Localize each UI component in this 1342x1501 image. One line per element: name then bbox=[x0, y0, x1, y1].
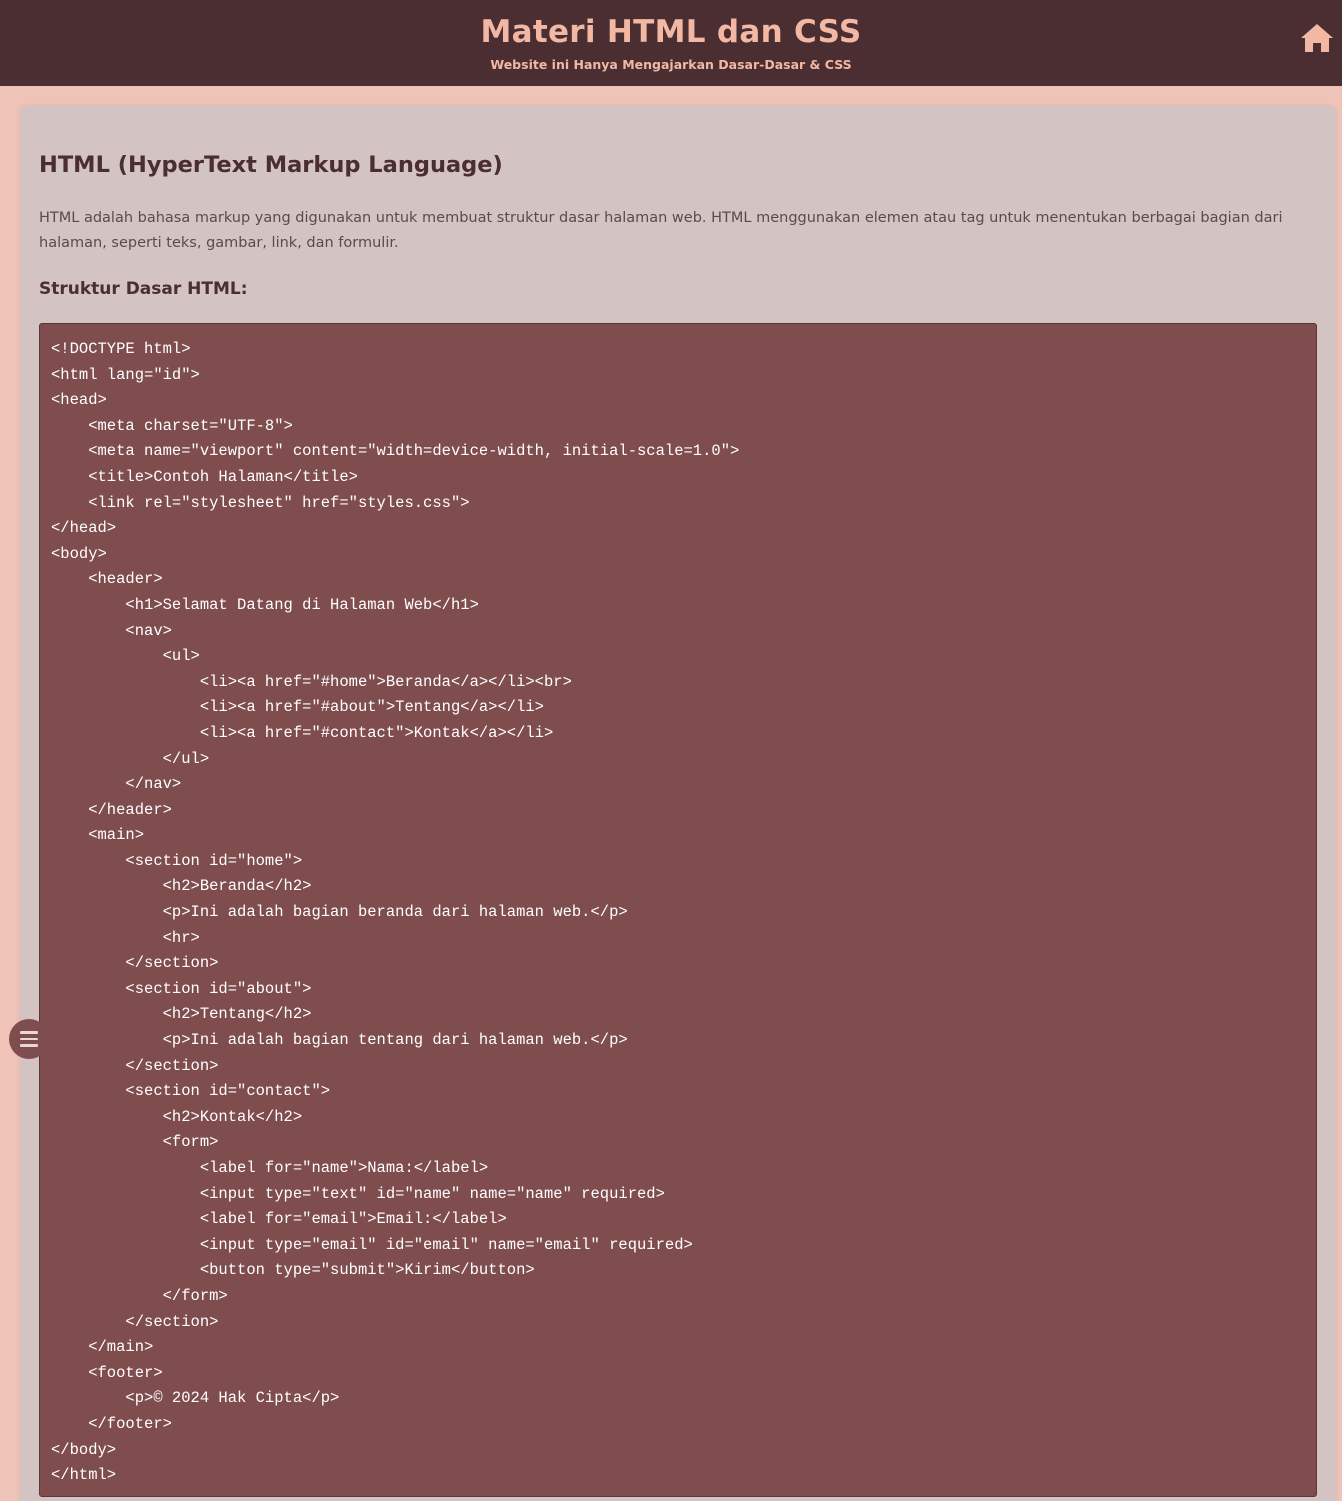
code-snippet: <!DOCTYPE html> <html lang="id"> <head> … bbox=[51, 340, 740, 1485]
section-heading: HTML (HyperText Markup Language) bbox=[39, 152, 503, 178]
section-description: HTML adalah bahasa markup yang digunakan… bbox=[39, 210, 1283, 251]
site-header: Materi HTML dan CSS Website ini Hanya Me… bbox=[0, 0, 1342, 86]
site-subtitle: Website ini Hanya Mengajarkan Dasar-Dasa… bbox=[490, 57, 852, 72]
content-card: HTML (HyperText Markup Language) HTML ad… bbox=[20, 106, 1336, 1501]
site-title: Materi HTML dan CSS bbox=[480, 14, 862, 50]
code-block: <!DOCTYPE html> <html lang="id"> <head> … bbox=[39, 323, 1317, 1497]
hamburger-menu-icon bbox=[20, 1031, 38, 1047]
home-icon[interactable] bbox=[1300, 22, 1334, 54]
sidebar-toggle-button[interactable] bbox=[9, 1019, 49, 1059]
section-subheading: Struktur Dasar HTML: bbox=[39, 279, 248, 299]
